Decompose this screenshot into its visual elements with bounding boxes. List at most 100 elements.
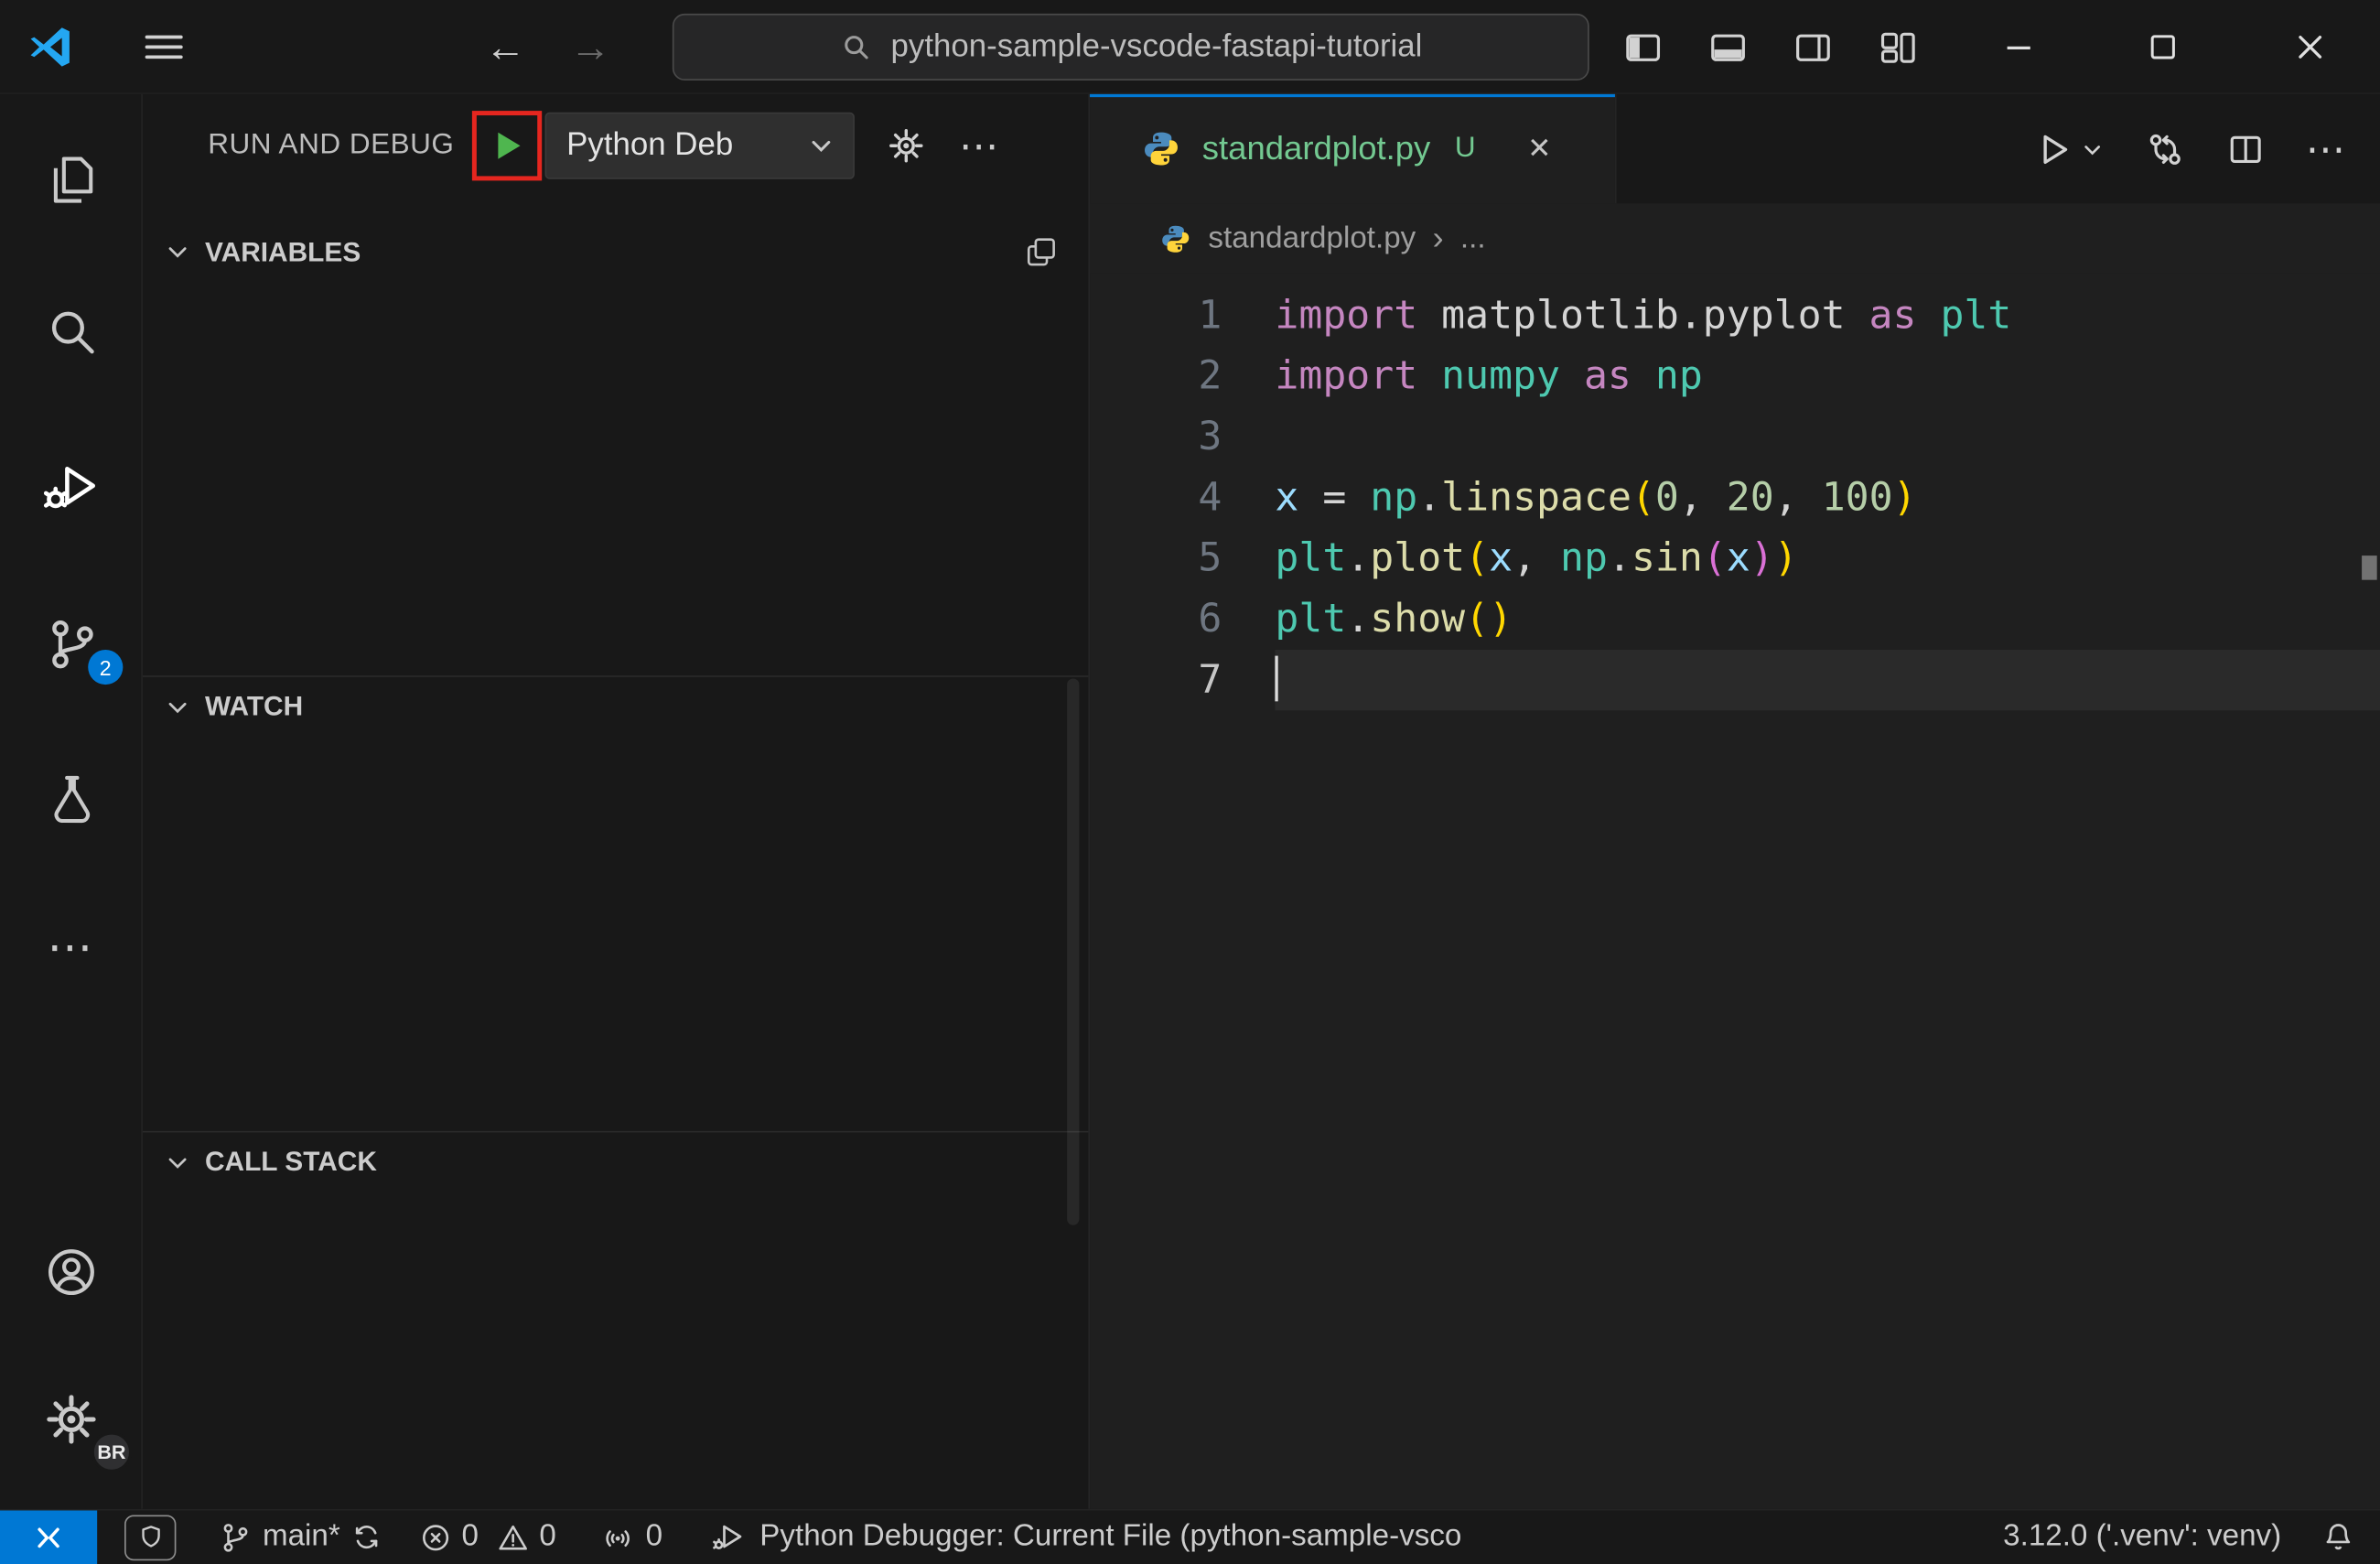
- code-text: import matplotlib.pyplot as plt: [1275, 293, 2012, 339]
- menu-icon[interactable]: [134, 18, 194, 76]
- section-label: VARIABLES: [204, 235, 361, 267]
- window-minimize-button[interactable]: [1976, 0, 2062, 94]
- vscode-window: ← → python-sample-vscode-fastapi-tutoria…: [0, 0, 2380, 1564]
- toggle-sidebar-icon[interactable]: [1621, 18, 1664, 76]
- forward-icon[interactable]: →: [562, 20, 619, 75]
- section-header-watch[interactable]: WATCH: [142, 675, 1089, 736]
- ports-item[interactable]: 0: [602, 1510, 663, 1564]
- profile-badge: BR: [91, 1431, 133, 1473]
- code-line[interactable]: 4 x = np.linspace(0, 20, 100): [1090, 468, 2380, 528]
- run-and-debug-sidebar: RUN AND DEBUG Python Deb ⋯ VARIABLES WAT…: [142, 93, 1091, 1509]
- code-text: import numpy as np: [1275, 353, 1703, 400]
- bell-icon: [2326, 1524, 2351, 1550]
- remote-indicator[interactable]: [0, 1509, 98, 1564]
- toggle-secondary-sidebar-icon[interactable]: [1791, 18, 1833, 76]
- split-editor-icon[interactable]: [2225, 128, 2267, 169]
- git-branch-icon: [223, 1523, 248, 1551]
- warning-icon: [499, 1525, 528, 1549]
- tab-bar: standardplot.py U ✕ ⋯: [1090, 93, 2380, 204]
- ports-count: 0: [645, 1519, 663, 1553]
- section-header-call-stack[interactable]: CALL STACK: [142, 1130, 1089, 1192]
- views-more-actions-icon[interactable]: ⋯: [949, 115, 1009, 176]
- tab-close-icon[interactable]: ✕: [1518, 127, 1560, 169]
- code-text: plt.show(): [1275, 596, 1513, 642]
- account-icon[interactable]: [0, 1224, 143, 1321]
- code-line[interactable]: 6 plt.show(): [1090, 589, 2380, 650]
- back-icon[interactable]: ←: [477, 20, 534, 75]
- search-value: python-sample-vscode-fastapi-tutorial: [890, 28, 1423, 64]
- debug-icon: [712, 1525, 741, 1549]
- code-line[interactable]: 7: [1090, 649, 2380, 711]
- code-line[interactable]: 1 import matplotlib.pyplot as plt: [1090, 286, 2380, 346]
- section-label: CALL STACK: [204, 1146, 377, 1177]
- python-interpreter-item[interactable]: 3.12.0 ('.venv': venv): [2003, 1510, 2281, 1564]
- chevron-down-icon: [164, 693, 191, 720]
- search-icon: [839, 30, 872, 63]
- shield-icon: [141, 1526, 159, 1548]
- python-file-icon: [1159, 222, 1191, 254]
- source-control-icon[interactable]: 2: [0, 595, 143, 692]
- more-views-icon[interactable]: ⋯: [0, 901, 143, 998]
- breadcrumb[interactable]: standardplot.py › ...: [1090, 203, 2380, 274]
- toggle-panel-icon[interactable]: [1706, 18, 1748, 76]
- git-untracked-badge: U: [1454, 132, 1476, 165]
- chevron-down-icon: [2084, 145, 2100, 155]
- sync-icon: [356, 1525, 378, 1549]
- code-text: x = np.linspace(0, 20, 100): [1275, 475, 1917, 521]
- line-number: 4: [1198, 475, 1222, 521]
- radio-tower-icon: [607, 1529, 630, 1547]
- workspace-trust-button[interactable]: [124, 1514, 177, 1560]
- search-sidebar-icon[interactable]: [0, 283, 143, 380]
- debugger-label: Python Debugger: Current File (python-sa…: [759, 1519, 1462, 1553]
- settings-gear-icon[interactable]: BR: [0, 1371, 143, 1473]
- debugger-status-item[interactable]: Python Debugger: Current File (python-sa…: [711, 1510, 1461, 1564]
- line-number: 5: [1198, 535, 1222, 582]
- debug-configuration-dropdown[interactable]: Python Deb: [544, 112, 856, 179]
- editor-more-actions-icon[interactable]: ⋯: [2306, 125, 2347, 172]
- open-changes-icon[interactable]: [2145, 128, 2186, 169]
- run-and-debug-icon[interactable]: [0, 437, 143, 534]
- section-label: WATCH: [204, 690, 304, 721]
- overview-ruler-marker: [2362, 555, 2377, 580]
- window-close-button[interactable]: [2267, 0, 2353, 94]
- code-line[interactable]: 2 import numpy as np: [1090, 346, 2380, 406]
- git-branch-item[interactable]: main*: [219, 1510, 382, 1564]
- code-text: plt.plot(x, np.sin(x)): [1275, 535, 1798, 582]
- chevron-down-icon: [805, 129, 838, 162]
- activity-bar: 2 ⋯ BR: [0, 93, 143, 1509]
- testing-icon[interactable]: [0, 749, 143, 846]
- copy-icon[interactable]: [1025, 235, 1058, 268]
- annotation-highlight-box: [472, 111, 543, 181]
- debug-settings-gear-icon[interactable]: [877, 115, 937, 176]
- status-right-group: 3.12.0 ('.venv': venv): [2003, 1510, 2380, 1564]
- line-number: 3: [1198, 414, 1222, 460]
- watch-panel[interactable]: [143, 737, 1088, 1131]
- code-text: [1275, 649, 2380, 711]
- vscode-logo-icon: [25, 21, 76, 72]
- code-line[interactable]: 3: [1090, 407, 2380, 468]
- explorer-icon[interactable]: [0, 131, 143, 228]
- window-maximize-button[interactable]: [2120, 0, 2205, 94]
- run-python-file-button[interactable]: [2032, 128, 2105, 169]
- tab-standardplot[interactable]: standardplot.py U ✕: [1090, 93, 1617, 204]
- call-stack-panel[interactable]: [143, 1192, 1088, 1509]
- notifications-button[interactable]: [2321, 1510, 2355, 1564]
- code-line[interactable]: 5 plt.plot(x, np.sin(x)): [1090, 528, 2380, 588]
- problems-item[interactable]: 0 0: [419, 1510, 556, 1564]
- start-debugging-button[interactable]: [485, 123, 531, 168]
- section-header-variables[interactable]: VARIABLES: [143, 221, 1088, 282]
- line-number: 7: [1198, 657, 1222, 704]
- error-icon: [423, 1524, 449, 1550]
- debug-configuration-label: Python Deb: [566, 127, 734, 163]
- variables-panel[interactable]: [143, 283, 1088, 676]
- command-center-search[interactable]: python-sample-vscode-fastapi-tutorial: [672, 13, 1589, 81]
- customize-layout-icon[interactable]: [1876, 18, 1918, 76]
- python-file-icon: [1141, 129, 1180, 168]
- line-number: 2: [1198, 353, 1222, 400]
- remote-icon: [38, 1526, 59, 1548]
- breadcrumb-symbol[interactable]: ...: [1460, 221, 1486, 255]
- breadcrumb-file[interactable]: standardplot.py: [1208, 221, 1416, 255]
- sidebar-scrollbar[interactable]: [1067, 678, 1080, 1225]
- source-control-badge: 2: [88, 649, 124, 685]
